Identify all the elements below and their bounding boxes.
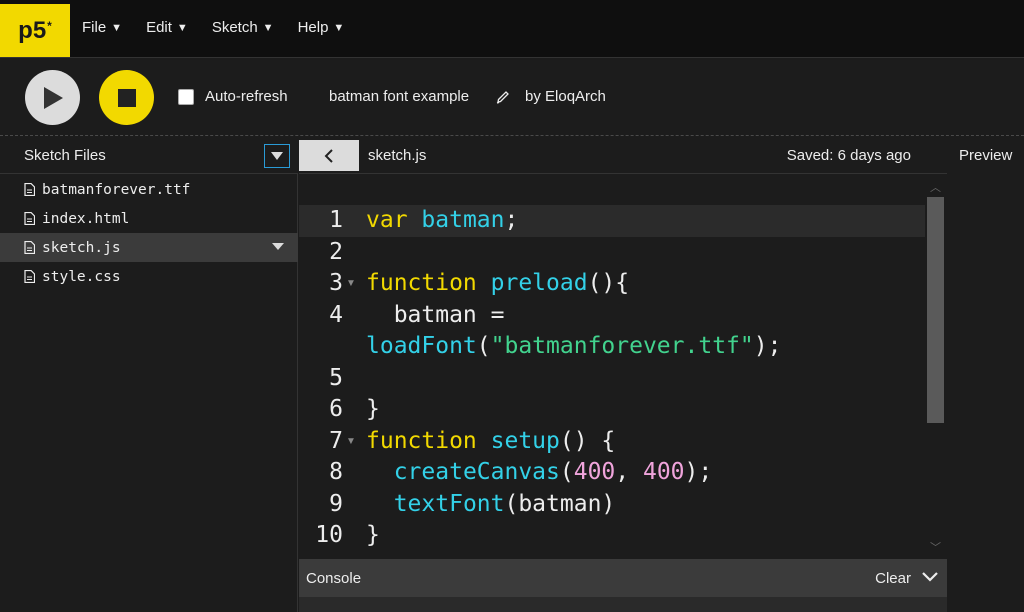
code-line: 6 } — [299, 394, 925, 426]
code-line: 9 textFont(batman) — [299, 489, 925, 521]
fold-arrow-icon[interactable]: ▼ — [346, 436, 356, 447]
p5-logo[interactable]: p5 * — [0, 4, 70, 57]
sidebar-header: Sketch Files — [0, 137, 298, 174]
code-text: loadFont("batmanforever.ttf"); — [366, 333, 782, 359]
triangle-down-icon — [271, 152, 283, 160]
menu-sketch[interactable]: Sketch ▼ — [212, 19, 274, 36]
sidebar-options-button[interactable] — [264, 144, 290, 168]
preview-panel: Preview — [947, 137, 1024, 612]
file-icon — [24, 270, 35, 283]
file-item-style-css[interactable]: style.css — [0, 262, 298, 291]
code-line: 7 ▼ function setup() { — [299, 426, 925, 458]
caret-down-icon: ▼ — [262, 21, 274, 34]
file-list: batmanforever.ttf index.html sketch.js s… — [0, 175, 298, 291]
code-line: 5 — [299, 363, 925, 395]
console-title: Console — [306, 570, 362, 587]
code-text: batman = — [366, 301, 505, 328]
menu-edit[interactable]: Edit ▼ — [146, 19, 188, 36]
menu-file[interactable]: File ▼ — [82, 19, 122, 36]
scrollbar-thumb[interactable] — [927, 197, 944, 423]
sketch-name[interactable]: batman font example — [329, 88, 469, 105]
chevron-down-icon[interactable] — [921, 570, 939, 584]
code-line: 2 — [299, 237, 925, 269]
logo-text: p5 — [18, 16, 47, 44]
caret-down-icon: ▼ — [176, 21, 188, 34]
file-item-index-html[interactable]: index.html — [0, 204, 298, 233]
line-number: 7 — [329, 427, 343, 454]
code-lines: 1 var batman; 2 3 ▼ function preload(){ … — [299, 205, 925, 552]
caret-down-icon: ▼ — [333, 21, 345, 34]
sketch-author[interactable]: by EloqArch — [525, 88, 606, 105]
line-number: 8 — [329, 459, 343, 485]
pencil-icon[interactable] — [495, 89, 511, 105]
toolbar: Auto-refresh batman font example by Eloq… — [0, 58, 1024, 136]
file-icon — [24, 241, 35, 254]
code-text: function preload(){ — [366, 270, 630, 296]
file-name: sketch.js — [42, 239, 121, 256]
line-number: 10 — [315, 522, 343, 548]
logo-asterisk: * — [47, 18, 52, 33]
scroll-up-icon[interactable]: ︿ — [930, 179, 941, 195]
code-text: var batman; — [366, 207, 519, 233]
menu-edit-label: Edit — [146, 19, 172, 36]
stop-button[interactable] — [99, 70, 154, 125]
file-item-sketch-js[interactable]: sketch.js — [0, 233, 298, 262]
fold-arrow-icon[interactable]: ▼ — [346, 278, 356, 289]
main-menu: File ▼ Edit ▼ Sketch ▼ Help ▼ — [82, 19, 368, 36]
play-button[interactable] — [25, 70, 80, 125]
file-name: style.css — [42, 268, 121, 285]
stop-icon — [117, 88, 136, 107]
chevron-left-icon — [324, 148, 333, 163]
code-text: function setup() { — [366, 427, 616, 454]
line-number: 2 — [329, 238, 343, 265]
file-sidebar: Sketch Files batmanforever.ttf index.htm… — [0, 137, 298, 612]
menu-file-label: File — [82, 19, 107, 36]
code-line: 4 batman = — [299, 300, 925, 332]
file-name: index.html — [42, 210, 130, 227]
preview-title: Preview — [959, 147, 1013, 164]
caret-down-icon: ▼ — [111, 21, 123, 34]
top-navigation-bar: p5 * File ▼ Edit ▼ Sketch ▼ Help ▼ — [0, 0, 1024, 58]
line-number: 3 — [329, 270, 343, 296]
auto-refresh-checkbox[interactable] — [178, 89, 194, 105]
console-panel: Console Clear — [299, 559, 947, 612]
scroll-down-icon[interactable]: ﹀ — [930, 539, 941, 555]
line-number: 1 — [329, 207, 343, 233]
code-text: textFont(batman) — [393, 490, 616, 517]
menu-sketch-label: Sketch — [211, 19, 258, 36]
editor-header: sketch.js Saved: 6 days ago — [299, 137, 947, 174]
line-number: 6 — [329, 396, 343, 422]
current-file-name: sketch.js — [368, 147, 427, 164]
code-line: 1 var batman; — [299, 205, 925, 237]
code-line: 10 } — [299, 520, 925, 552]
console-header: Console Clear — [299, 559, 947, 597]
code-line-wrapped: loadFont("batmanforever.ttf"); — [299, 331, 925, 363]
code-line: 8 createCanvas(400, 400); — [299, 457, 925, 489]
file-name: batmanforever.ttf — [42, 181, 191, 198]
saved-status: Saved: 6 days ago — [786, 147, 911, 164]
file-item-batmanforever-ttf[interactable]: batmanforever.ttf — [0, 175, 298, 204]
line-number: 9 — [329, 490, 343, 517]
line-number: 5 — [329, 364, 343, 391]
file-icon — [24, 183, 35, 196]
console-clear-button[interactable]: Clear — [875, 570, 911, 587]
menu-help[interactable]: Help ▼ — [298, 19, 345, 36]
editor-scrollbar[interactable]: ︿ ﹀ — [925, 175, 947, 559]
line-number: 4 — [329, 301, 343, 328]
code-editor[interactable]: 1 var batman; 2 3 ▼ function preload(){ … — [299, 175, 947, 559]
auto-refresh-label: Auto-refresh — [205, 88, 288, 105]
code-text: createCanvas(400, 400); — [393, 459, 713, 485]
file-icon — [24, 212, 35, 225]
file-options-caret-icon[interactable] — [272, 243, 284, 250]
sidebar-title: Sketch Files — [24, 147, 106, 164]
code-text: } — [366, 396, 380, 422]
menu-help-label: Help — [297, 19, 329, 36]
code-text: } — [366, 522, 380, 548]
code-line: 3 ▼ function preload(){ — [299, 268, 925, 300]
play-icon — [43, 86, 63, 109]
collapse-sidebar-button[interactable] — [299, 140, 359, 171]
